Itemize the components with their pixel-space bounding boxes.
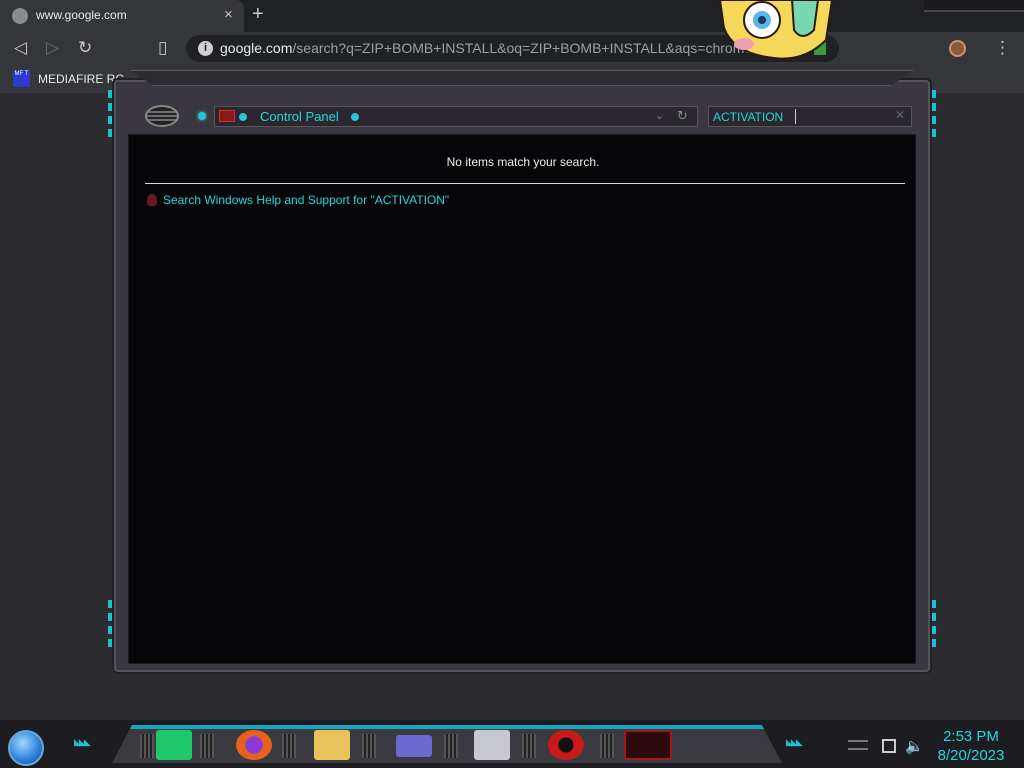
taskbar-separator (522, 734, 536, 758)
window-controls (924, 0, 1024, 12)
documents-icon[interactable] (474, 730, 510, 760)
red-console-icon[interactable] (624, 730, 672, 760)
browser-tab-bar: www.google.com × + (0, 0, 1024, 32)
left-bottom-accent (108, 600, 112, 652)
nav-dot-icon[interactable] (198, 112, 206, 120)
taskbar-separator (444, 734, 458, 758)
taskbar-separator (200, 734, 214, 758)
volume-icon[interactable]: 🔈 (905, 737, 924, 755)
breadcrumb-arrow-icon[interactable] (351, 113, 359, 121)
search-input[interactable] (713, 108, 883, 125)
bookmark-icon[interactable]: ▯ (158, 38, 167, 58)
divider (145, 183, 905, 184)
folder-icon[interactable] (314, 730, 350, 760)
back-icon[interactable]: ◁ (14, 38, 27, 58)
control-panel-icon (219, 110, 235, 122)
menu-icon[interactable]: ⋮ (994, 38, 1011, 58)
character-sticker-image (718, 0, 834, 60)
mediafire-icon: MF T (13, 70, 30, 87)
help-link-text[interactable]: Search Windows Help and Support for "ACT… (163, 193, 449, 207)
clock-time[interactable]: 2:53 PM (930, 728, 1012, 745)
clear-search-icon[interactable]: ✕ (895, 108, 905, 122)
network-icon[interactable] (882, 739, 896, 753)
globe-icon (12, 8, 28, 24)
taskbar-separator (362, 734, 376, 758)
no-results-message: No items match your search. (446, 155, 600, 169)
chevron-down-icon[interactable]: ⌄ (655, 109, 664, 122)
left-top-accent (108, 90, 112, 138)
control-panel-window: Control Panel ⌄ ↻ ✕ No items match your … (106, 70, 938, 678)
site-info-icon[interactable]: i (198, 41, 213, 56)
taskbar-separator (282, 734, 296, 758)
text-cursor (795, 109, 796, 124)
results-pane: No items match your search. Search Windo… (128, 134, 916, 664)
search-box[interactable]: ✕ (708, 106, 912, 127)
profile-avatar[interactable] (949, 40, 966, 57)
control-panel-taskbar-icon[interactable] (396, 735, 432, 757)
right-bottom-accent (932, 600, 936, 652)
taskbar-chevrons-right: ◣◣◣ (786, 737, 803, 747)
window-top-cap (130, 70, 914, 86)
forward-icon[interactable]: ▷ (46, 38, 59, 58)
tray-overflow-icon[interactable] (848, 740, 868, 750)
browser-toolbar: ◁ ▷ ↻ ▯ i google.com/search?q=ZIP+BOMB+I… (0, 32, 1024, 65)
window-logo-icon[interactable] (144, 104, 180, 128)
tab-close-icon[interactable]: × (224, 6, 233, 23)
clock-date[interactable]: 8/20/2023 (930, 747, 1012, 764)
firefox-icon[interactable] (236, 730, 272, 760)
taskbar-separator (600, 734, 614, 758)
notes-app-icon[interactable] (156, 730, 192, 760)
taskbar-chevrons-left: ◣◣◣ (74, 737, 91, 747)
reload-icon[interactable]: ↻ (78, 38, 92, 58)
refresh-icon[interactable]: ↻ (677, 108, 688, 124)
help-icon (147, 194, 157, 206)
browser-tab[interactable]: www.google.com × (0, 0, 244, 32)
breadcrumb-dot-icon (239, 113, 247, 121)
breadcrumb-control-panel[interactable]: Control Panel (260, 109, 339, 124)
tab-title: www.google.com (36, 8, 127, 22)
control-panel-address-bar[interactable]: Control Panel ⌄ ↻ (214, 106, 698, 127)
url-text[interactable]: google.com/search?q=ZIP+BOMB+INSTALL&oq=… (220, 40, 760, 56)
help-support-link[interactable]: Search Windows Help and Support for "ACT… (147, 193, 449, 207)
right-top-accent (932, 90, 936, 138)
radiation-icon[interactable] (548, 730, 584, 760)
new-tab-icon[interactable]: + (252, 3, 264, 26)
taskbar-separator (140, 734, 154, 758)
start-button[interactable] (8, 730, 44, 766)
